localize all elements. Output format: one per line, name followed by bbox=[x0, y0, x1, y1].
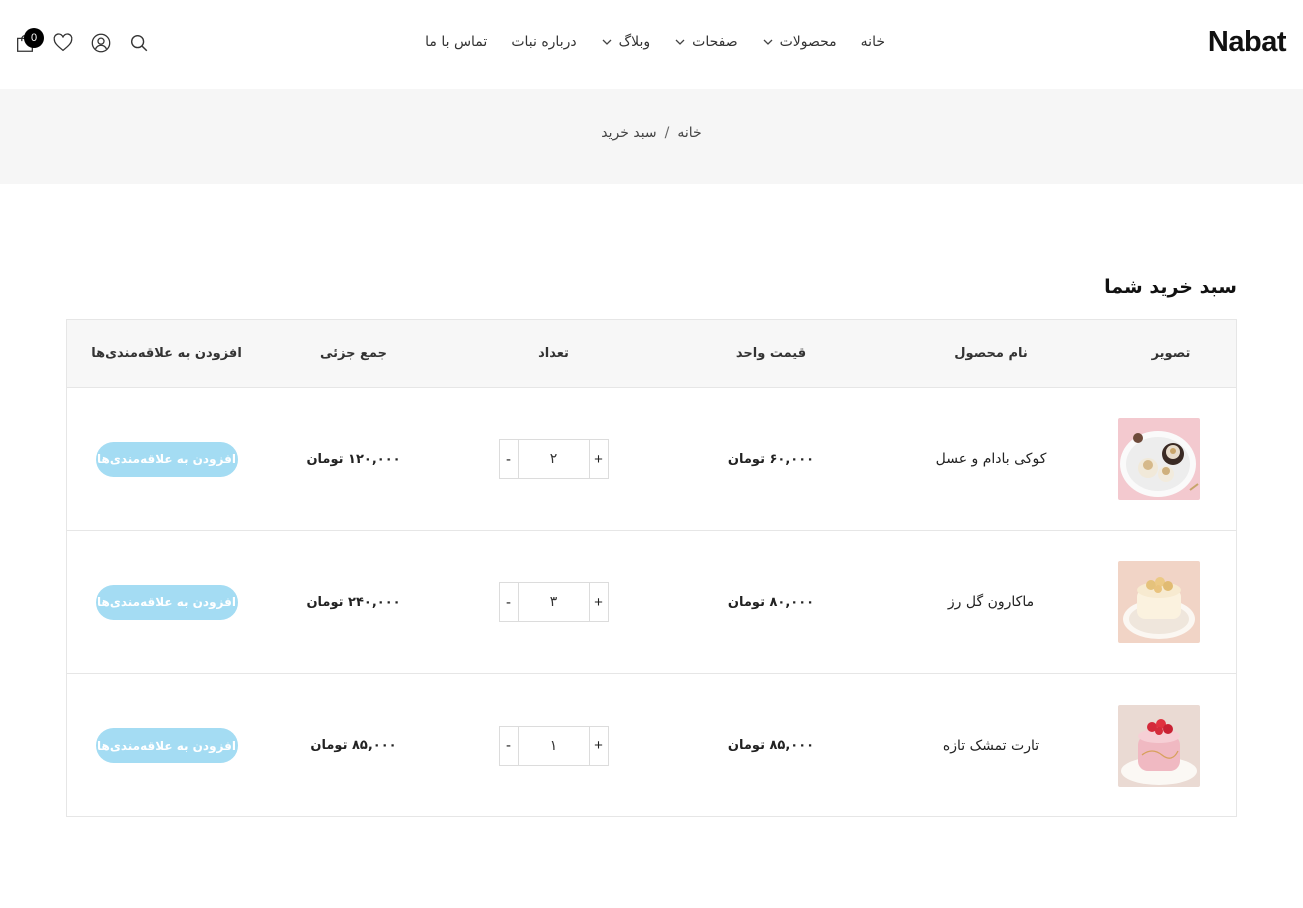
nav-item-label: درباره نبات bbox=[511, 34, 577, 50]
nav-item-label: خانه bbox=[860, 34, 885, 50]
nav-item-label: صفحات bbox=[692, 34, 738, 50]
breadcrumb: خانه / سبد خرید bbox=[0, 125, 1303, 141]
product-name[interactable]: ماکارون گل رز bbox=[876, 594, 1106, 610]
qty-decrease-button[interactable]: - bbox=[500, 583, 519, 621]
wishlist-cell: افزودن به علاقه‌مندی‌ها bbox=[67, 584, 266, 620]
nav-item-contact[interactable]: تماس با ما bbox=[425, 34, 487, 50]
product-image[interactable] bbox=[1118, 418, 1200, 500]
qty-increase-button[interactable]: + bbox=[588, 440, 608, 478]
unit-price: ۸۰,۰۰۰ تومان bbox=[727, 594, 815, 610]
add-to-wishlist-button[interactable]: افزودن به علاقه‌مندی‌ها bbox=[95, 728, 238, 763]
heart-icon[interactable] bbox=[52, 32, 76, 56]
column-header-subtotal: جمع جزئی bbox=[320, 346, 387, 361]
product-name[interactable]: تارت تمشک تازه bbox=[876, 738, 1106, 754]
qty-increase-button[interactable]: + bbox=[588, 726, 608, 765]
nav-item-pages[interactable]: صفحات bbox=[674, 34, 738, 50]
column-header-price: قیمت واحد bbox=[735, 346, 807, 361]
nav-item-about[interactable]: درباره نبات bbox=[511, 34, 576, 50]
quantity-input[interactable] bbox=[518, 583, 589, 621]
nav-item-label: تماس با ما bbox=[425, 34, 488, 50]
qty-increase-button[interactable]: + bbox=[588, 583, 608, 621]
qty-cell: + - bbox=[441, 725, 666, 766]
breadcrumb-current: سبد خرید bbox=[601, 125, 657, 141]
wishlist-cell: افزودن به علاقه‌مندی‌ها bbox=[67, 441, 266, 477]
search-icon[interactable] bbox=[128, 32, 152, 56]
cart-table: تصویر نام محصول قیمت واحد تعداد جمع جزئی… bbox=[66, 319, 1237, 817]
table-row: کوکی بادام و عسل ۶۰,۰۰۰ تومان + - ۱۲۰,۰۰… bbox=[67, 388, 1236, 531]
table-row: تارت تمشک تازه ۸۵,۰۰۰ تومان + - ۸۵,۰۰۰ ت… bbox=[67, 674, 1236, 817]
quantity-stepper: + - bbox=[498, 582, 609, 622]
product-image[interactable] bbox=[1118, 561, 1200, 643]
qty-decrease-button[interactable]: - bbox=[500, 726, 519, 765]
cart-icon[interactable]: 0 bbox=[14, 28, 44, 56]
cart-count-badge: 0 bbox=[24, 28, 44, 48]
subtotal: ۱۲۰,۰۰۰ تومان bbox=[306, 451, 401, 467]
nav-item-label: وبلاگ bbox=[618, 34, 651, 50]
product-image[interactable] bbox=[1118, 704, 1200, 787]
column-header-qty: تعداد bbox=[538, 346, 569, 361]
nav-item-products[interactable]: محصولات bbox=[762, 34, 837, 50]
main-nav: خانه محصولات صفحات وبلاگ درباره نبات تما… bbox=[420, 31, 885, 53]
nav-item-blog[interactable]: وبلاگ bbox=[601, 34, 651, 50]
breadcrumb-bar: خانه / سبد خرید bbox=[0, 89, 1303, 184]
add-to-wishlist-button[interactable]: افزودن به علاقه‌مندی‌ها bbox=[95, 584, 238, 620]
quantity-input[interactable] bbox=[518, 440, 589, 478]
table-row: ماکارون گل رز ۸۰,۰۰۰ تومان + - ۲۴۰,۰۰۰ ت… bbox=[67, 531, 1236, 674]
chevron-down-icon bbox=[674, 36, 686, 48]
wishlist-cell: افزودن به علاقه‌مندی‌ها bbox=[67, 728, 266, 763]
column-header-image: تصویر bbox=[1151, 346, 1191, 361]
table-header: تصویر نام محصول قیمت واحد تعداد جمع جزئی… bbox=[67, 320, 1236, 388]
qty-decrease-button[interactable]: - bbox=[500, 440, 519, 478]
quantity-stepper: + - bbox=[498, 725, 609, 766]
qty-cell: + - bbox=[441, 582, 666, 622]
column-header-name: نام محصول bbox=[954, 346, 1028, 361]
nav-item-home[interactable]: خانه bbox=[861, 34, 885, 50]
product-image-cell bbox=[1106, 704, 1236, 787]
chevron-down-icon bbox=[762, 36, 774, 48]
subtotal: ۸۵,۰۰۰ تومان bbox=[310, 738, 397, 753]
product-image-cell bbox=[1106, 561, 1236, 643]
product-name[interactable]: کوکی بادام و عسل bbox=[876, 451, 1106, 467]
quantity-input[interactable] bbox=[518, 726, 589, 765]
header-actions: 0 bbox=[14, 28, 154, 58]
quantity-stepper: + - bbox=[498, 439, 609, 479]
site-header: Nabat خانه محصولات صفحات وبلاگ درباره نب… bbox=[0, 0, 1303, 89]
product-image-cell bbox=[1106, 418, 1236, 500]
subtotal: ۲۴۰,۰۰۰ تومان bbox=[306, 594, 401, 610]
nav-item-label: محصولات bbox=[779, 34, 837, 50]
breadcrumb-separator: / bbox=[664, 125, 670, 141]
breadcrumb-home[interactable]: خانه bbox=[677, 125, 701, 141]
add-to-wishlist-button[interactable]: افزودن به علاقه‌مندی‌ها bbox=[95, 441, 238, 477]
qty-cell: + - bbox=[441, 439, 666, 479]
chevron-down-icon bbox=[601, 36, 613, 48]
unit-price: ۶۰,۰۰۰ تومان bbox=[727, 451, 815, 467]
column-header-wishlist: افزودن به علاقه‌مندی‌ها bbox=[91, 346, 242, 361]
page-title: سبد خرید شما bbox=[1104, 276, 1237, 298]
site-logo[interactable]: Nabat bbox=[1208, 26, 1287, 59]
unit-price: ۸۵,۰۰۰ تومان bbox=[727, 738, 815, 753]
user-icon[interactable] bbox=[90, 32, 114, 56]
